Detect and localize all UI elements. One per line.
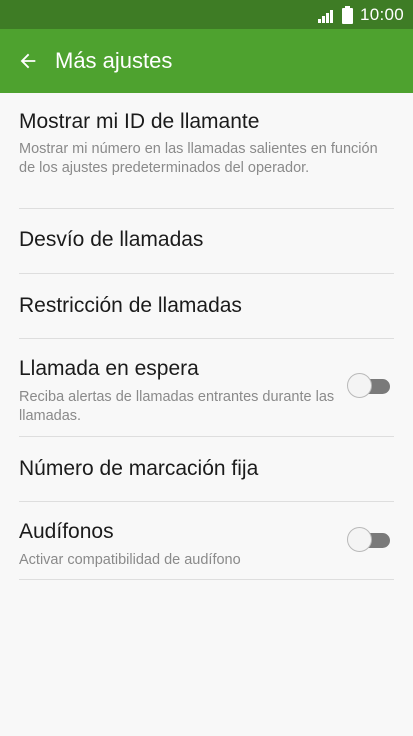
setting-subtitle: Activar compatibilidad de audífono bbox=[19, 552, 241, 568]
setting-title: Llamada en espera bbox=[19, 357, 199, 380]
call-waiting-toggle[interactable] bbox=[347, 373, 391, 399]
setting-subtitle: Reciba alertas de llamadas entrantes dur… bbox=[19, 389, 335, 424]
setting-title: Restricción de llamadas bbox=[19, 294, 242, 317]
app-bar: Más ajustes bbox=[0, 29, 413, 93]
setting-title: Mostrar mi ID de llamante bbox=[19, 110, 260, 133]
hearing-aids-toggle[interactable] bbox=[347, 527, 391, 553]
status-bar: 10:00 bbox=[0, 0, 413, 29]
settings-list: Mostrar mi ID de llamante Mostrar mi núm… bbox=[0, 93, 413, 580]
call-barring-setting[interactable]: Restricción de llamadas bbox=[0, 274, 413, 339]
toggle-knob bbox=[347, 527, 372, 552]
setting-title: Desvío de llamadas bbox=[19, 228, 204, 251]
call-forwarding-setting[interactable]: Desvío de llamadas bbox=[0, 209, 413, 274]
call-waiting-setting[interactable]: Llamada en espera Reciba alertas de llam… bbox=[0, 339, 413, 437]
arrow-left-icon bbox=[20, 53, 36, 69]
battery-icon bbox=[341, 5, 353, 24]
setting-title: Número de marcación fija bbox=[19, 457, 259, 480]
page-title: Más ajustes bbox=[55, 48, 173, 73]
fixed-dialing-setting[interactable]: Número de marcación fija bbox=[0, 437, 413, 502]
back-button[interactable] bbox=[10, 43, 46, 79]
status-time: 10:00 bbox=[359, 4, 404, 24]
hearing-aids-setting[interactable]: Audífonos Activar compatibilidad de audí… bbox=[0, 502, 413, 580]
setting-title: Audífonos bbox=[19, 520, 114, 543]
divider bbox=[19, 579, 394, 580]
setting-subtitle: Mostrar mi número en las llamadas salien… bbox=[19, 141, 378, 176]
status-icons: 10:00 bbox=[317, 4, 404, 25]
caller-id-setting[interactable]: Mostrar mi ID de llamante Mostrar mi núm… bbox=[0, 93, 413, 209]
toggle-knob bbox=[347, 373, 372, 398]
signal-icon bbox=[317, 7, 336, 23]
